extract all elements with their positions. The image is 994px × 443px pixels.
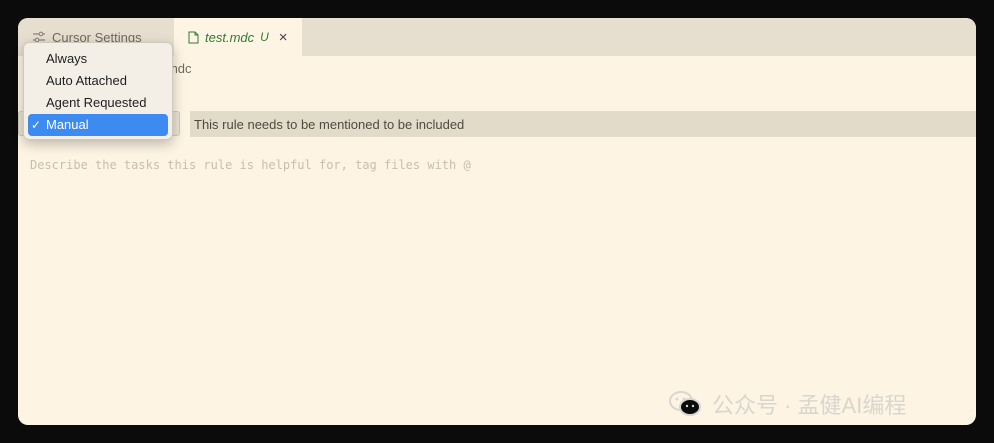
close-tab-icon[interactable]: × (279, 29, 288, 46)
option-agent-requested[interactable]: Agent Requested (28, 92, 168, 114)
option-label: Agent Requested (46, 95, 147, 110)
option-auto-attached[interactable]: Auto Attached (28, 70, 168, 92)
option-label: Manual (46, 117, 89, 132)
option-label: Always (46, 51, 88, 66)
rule-type-dropdown-menu: Always Auto Attached Agent Requested ✓ M… (23, 42, 173, 140)
option-always[interactable]: Always (28, 48, 168, 70)
checkmark-icon: ✓ (31, 118, 42, 132)
rule-type-description: This rule needs to be mentioned to be in… (190, 111, 976, 137)
file-icon (188, 31, 199, 43)
watermark-text: 公众号 · 孟健AI编程 (712, 393, 907, 418)
editor-placeholder: Describe the tasks this rule is helpful … (30, 158, 471, 172)
option-label: Auto Attached (46, 73, 127, 88)
wechat-logo-icon (669, 391, 701, 416)
tab-file-label: test.mdc (205, 29, 255, 45)
option-manual[interactable]: ✓ Manual (28, 114, 168, 136)
watermark: 公众号 · 孟健AI编程 (668, 388, 906, 420)
untracked-status-badge: U (260, 30, 269, 44)
tab-test-mdc[interactable]: test.mdc U × (174, 18, 302, 56)
rule-content-editor[interactable]: Describe the tasks this rule is helpful … (30, 158, 471, 172)
